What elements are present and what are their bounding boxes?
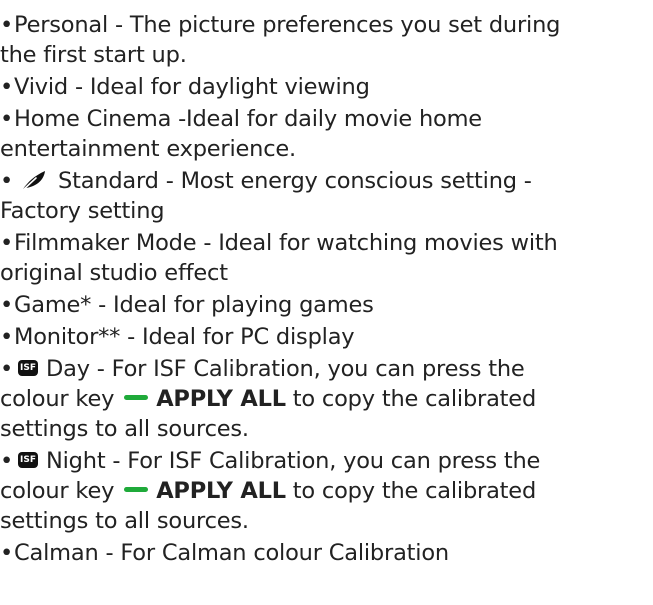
list-item-text: to copy the calibrated — [292, 478, 537, 504]
bullet: • — [0, 356, 14, 382]
list-item-text: Standard - Most energy conscious setting… — [58, 168, 532, 194]
list-item-line: entertainment experience. — [0, 134, 653, 164]
picture-style-list: •Personal - The picture preferences you … — [0, 10, 653, 568]
list-item-text: Game* - Ideal for playing games — [14, 292, 374, 318]
isf-icon: ISF — [18, 451, 38, 468]
list-item-line: •Monitor** - Ideal for PC display — [0, 322, 653, 352]
list-item-line: •Vivid - Ideal for daylight viewing — [0, 72, 653, 102]
list-item-text: settings to all sources. — [0, 508, 249, 534]
apply-all-label: APPLY ALL — [156, 478, 286, 504]
list-item-line: settings to all sources. — [0, 506, 653, 536]
list-item-filmmaker-mode: •Filmmaker Mode - Ideal for watching mov… — [0, 228, 653, 288]
list-item-isf-night: • ISF Night - For ISF Calibration, you can… — [0, 446, 653, 536]
list-item-text: Home Cinema -Ideal for daily movie home — [14, 106, 482, 132]
list-item-personal: •Personal - The picture preferences you … — [0, 10, 653, 70]
list-item-text: colour key — [0, 386, 115, 412]
list-item-text: Personal - The picture preferences you s… — [14, 12, 561, 38]
list-item-line: • ISF Night - For ISF Calibration, you can… — [0, 446, 653, 476]
list-item-line: the first start up. — [0, 40, 653, 70]
green-colour-key-icon — [124, 395, 149, 400]
list-item-text: the first start up. — [0, 42, 187, 68]
list-item-standard: • Standard - Most energy conscious setti… — [0, 166, 653, 226]
picture-style-list-document: •Personal - The picture preferences you … — [0, 0, 653, 605]
bullet: • — [0, 540, 14, 566]
bullet: • — [0, 324, 14, 350]
list-item-line: •Calman - For Calman colour Calibration — [0, 538, 653, 568]
list-item-line: original studio effect — [0, 258, 653, 288]
list-item-text: entertainment experience. — [0, 136, 296, 162]
list-item-text: Calman - For Calman colour Calibration — [14, 540, 449, 566]
list-item-line: •Personal - The picture preferences you … — [0, 10, 653, 40]
list-item-line: •Game* - Ideal for playing games — [0, 290, 653, 320]
list-item-line: settings to all sources. — [0, 414, 653, 444]
list-item-line: • Standard - Most energy conscious setti… — [0, 166, 653, 196]
list-item-text: Filmmaker Mode - Ideal for watching movi… — [14, 230, 558, 256]
list-item-line: •Home Cinema -Ideal for daily movie home — [0, 104, 653, 134]
list-item-text: original studio effect — [0, 260, 228, 286]
list-item-text: Monitor** - Ideal for PC display — [14, 324, 355, 350]
list-item-text: Night - For ISF Calibration, you can pre… — [46, 448, 541, 474]
bullet: • — [0, 292, 14, 318]
list-item-isf-day: • ISF Day - For ISF Calibration, you can p… — [0, 354, 653, 444]
isf-icon: ISF — [18, 359, 38, 376]
list-item-game: •Game* - Ideal for playing games — [0, 290, 653, 320]
green-colour-key-icon — [124, 487, 149, 492]
bullet: • — [0, 12, 14, 38]
list-item-text: settings to all sources. — [0, 416, 249, 442]
list-item-text: Vivid - Ideal for daylight viewing — [14, 74, 370, 100]
list-item-calman: •Calman - For Calman colour Calibration — [0, 538, 653, 568]
list-item-line: colour key APPLY ALL to copy the calibrat… — [0, 384, 653, 414]
list-item-line: • ISF Day - For ISF Calibration, you can p… — [0, 354, 653, 384]
bullet: • — [0, 106, 14, 132]
bullet: • — [0, 74, 14, 100]
list-item-monitor: •Monitor** - Ideal for PC display — [0, 322, 653, 352]
bullet: • — [0, 168, 14, 194]
bullet: • — [0, 230, 14, 256]
list-item-text: colour key — [0, 478, 115, 504]
bullet: • — [0, 448, 14, 474]
list-item-vivid: •Vivid - Ideal for daylight viewing — [0, 72, 653, 102]
apply-all-label: APPLY ALL — [156, 386, 286, 412]
list-item-line: colour key APPLY ALL to copy the calibrat… — [0, 476, 653, 506]
list-item-home-cinema: •Home Cinema -Ideal for daily movie home… — [0, 104, 653, 164]
eco-leaf-icon — [21, 170, 45, 192]
list-item-line: •Filmmaker Mode - Ideal for watching mov… — [0, 228, 653, 258]
list-item-line: Factory setting — [0, 196, 653, 226]
list-item-text: Day - For ISF Calibration, you can press… — [46, 356, 525, 382]
list-item-text: to copy the calibrated — [292, 386, 537, 412]
list-item-text: Factory setting — [0, 198, 165, 224]
